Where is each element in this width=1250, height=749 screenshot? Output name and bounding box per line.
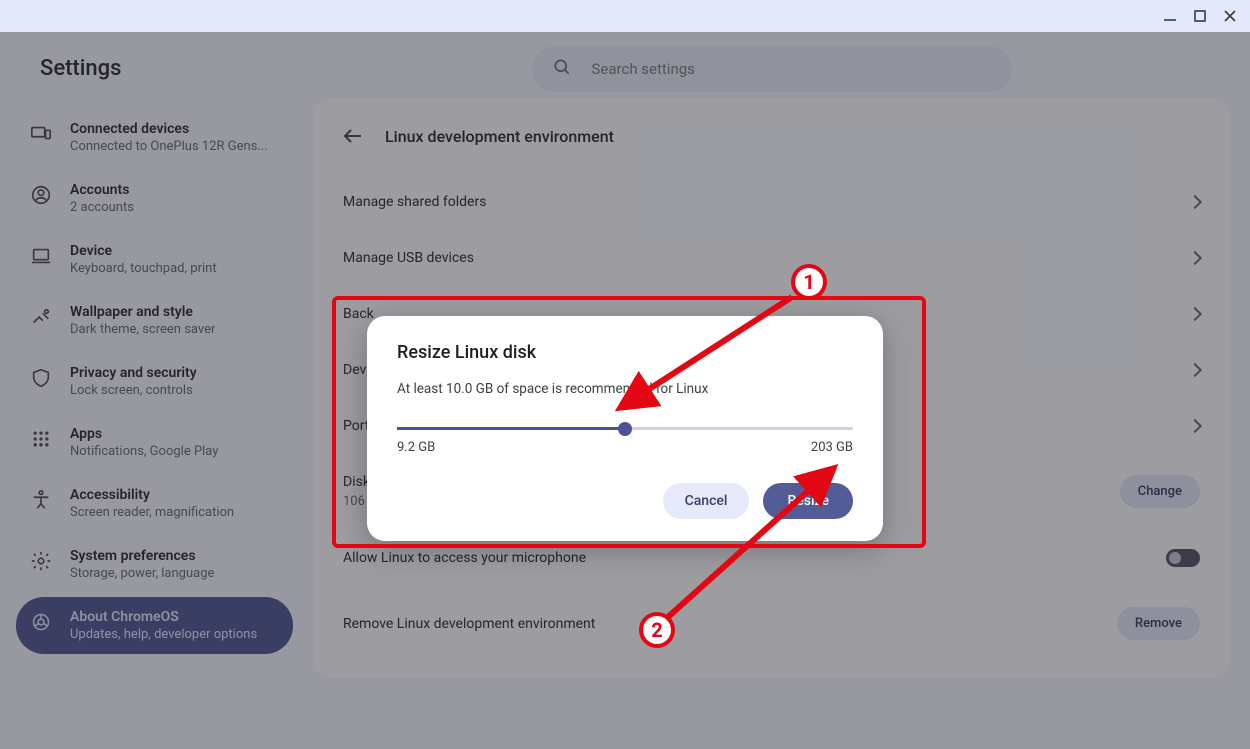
dialog-message: At least 10.0 GB of space is recommended… — [397, 381, 853, 397]
disk-size-slider[interactable] — [397, 427, 853, 430]
cancel-button[interactable]: Cancel — [663, 483, 750, 519]
slider-min-label: 9.2 GB — [397, 440, 435, 455]
slider-max-label: 203 GB — [811, 440, 853, 455]
dialog-title: Resize Linux disk — [397, 342, 853, 363]
resize-disk-dialog: Resize Linux disk At least 10.0 GB of sp… — [367, 316, 883, 541]
window-maximize-button[interactable] — [1192, 8, 1208, 24]
window-close-button[interactable] — [1222, 8, 1238, 24]
window-minimize-button[interactable] — [1162, 8, 1178, 24]
slider-thumb[interactable] — [618, 422, 632, 436]
app-root: Settings Connected devicesConnected to O… — [0, 32, 1250, 749]
resize-button[interactable]: Resize — [763, 483, 853, 519]
window-titlebar — [0, 0, 1250, 32]
